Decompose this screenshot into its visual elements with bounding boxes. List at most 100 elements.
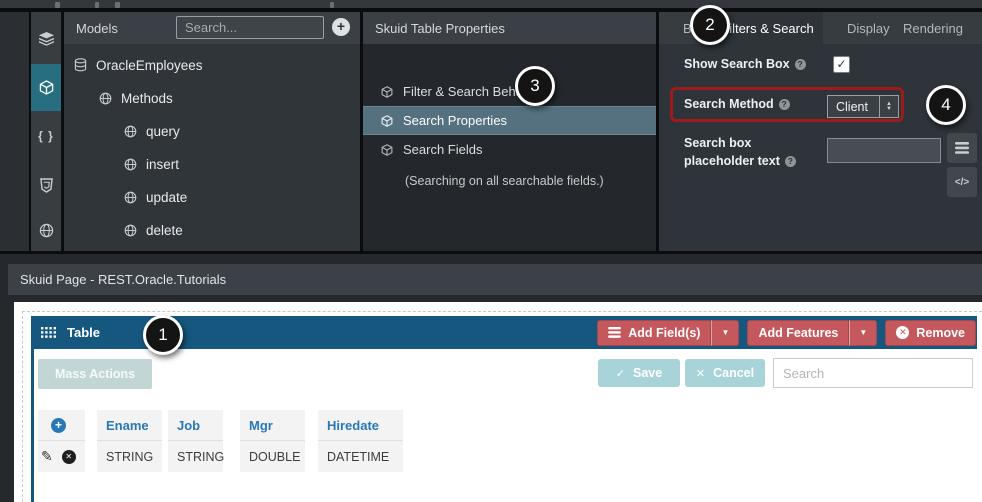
remove-x-icon: ✕: [896, 326, 909, 339]
annotation-badge-1: 1: [143, 315, 183, 355]
page-panel-header: Skuid Page - REST.Oracle.Tutorials: [8, 264, 982, 295]
nav-item-search-properties[interactable]: Search Properties: [363, 106, 656, 135]
tab-display[interactable]: Display: [847, 12, 890, 44]
search-method-select[interactable]: Client ▲▼: [827, 95, 899, 118]
column-header[interactable]: Job: [168, 410, 223, 441]
tab-label: Display: [847, 21, 890, 36]
properties-panel-title: Skuid Table Properties: [375, 21, 505, 36]
placeholder-label-line2: placeholder text ?: [684, 154, 796, 168]
page-preview-section: Skuid Page - REST.Oracle.Tutorials Table: [0, 254, 982, 502]
mass-actions-button[interactable]: Mass Actions: [38, 359, 152, 389]
column-header[interactable]: Mgr: [240, 410, 305, 441]
check-icon: ✓: [836, 57, 846, 71]
component-properties-panel: Skuid Table Properties Filter & Search B…: [363, 12, 656, 251]
nav-item-label: Search Fields: [403, 142, 482, 157]
table-grid-icon: [41, 327, 56, 338]
detail-panel: Basic Filters & Search Display Rendering…: [659, 12, 982, 251]
add-fields-button-group: Add Field(s) ▼: [597, 320, 739, 346]
add-model-button[interactable]: +: [332, 18, 350, 36]
globe-icon: [39, 223, 54, 238]
table-component-title: Table: [67, 325, 100, 340]
add-fields-button[interactable]: Add Field(s): [597, 320, 711, 346]
help-icon[interactable]: ?: [779, 99, 790, 110]
field-picker-button[interactable]: [947, 133, 977, 163]
nav-item-search-fields[interactable]: Search Fields: [363, 135, 656, 164]
add-features-button-group: Add Features ▼: [747, 320, 877, 346]
models-search-input[interactable]: [176, 16, 324, 39]
tree-item-label: query: [146, 124, 180, 139]
show-search-box-checkbox[interactable]: ✓: [833, 56, 850, 73]
help-icon[interactable]: ?: [795, 59, 806, 70]
models-panel-header: Models +: [64, 12, 360, 44]
tree-item-label: insert: [146, 157, 179, 172]
code-icon: </>: [955, 177, 969, 188]
models-panel-title: Models: [76, 21, 118, 36]
remove-button[interactable]: ✕ Remove: [885, 320, 976, 346]
table-column-mgr: Mgr DOUBLE: [240, 410, 305, 472]
column-type-text: STRING: [106, 450, 153, 464]
tree-item-methods[interactable]: Methods: [99, 87, 173, 109]
clipped-text-fragment: [115, 2, 120, 8]
cube-icon: [381, 115, 393, 127]
cube-icon: [39, 80, 54, 95]
select-stepper-icon: ▲▼: [879, 96, 898, 117]
tree-item-label: Methods: [121, 91, 173, 106]
column-type-text: DATETIME: [327, 450, 389, 464]
left-gutter: [0, 12, 29, 251]
tree-item-insert[interactable]: insert: [124, 153, 179, 175]
delete-row-icon[interactable]: ✕: [62, 450, 76, 464]
globe-icon: [124, 158, 137, 171]
column-type: STRING: [168, 441, 223, 472]
row-action-icons: ✎ ✕: [38, 441, 85, 472]
add-fields-dropdown-arrow[interactable]: ▼: [711, 320, 739, 346]
tree-item-label: update: [146, 190, 187, 205]
column-type: DATETIME: [318, 441, 403, 472]
toolbar-resources-tab[interactable]: { }: [31, 111, 61, 161]
code-editor-button[interactable]: </>: [947, 167, 977, 197]
add-features-dropdown-arrow[interactable]: ▼: [849, 320, 877, 346]
toolbar-components-tab[interactable]: [31, 12, 61, 65]
globe-icon: [124, 125, 137, 138]
button-label: Save: [633, 366, 662, 380]
skuid-page-builder: { } Models +: [0, 0, 982, 502]
placeholder-label-line1: Search box: [684, 136, 751, 150]
tree-item-update[interactable]: update: [124, 186, 187, 208]
clipped-text-fragment: [330, 2, 334, 8]
tree-item-query[interactable]: query: [124, 120, 180, 142]
properties-nav-list: Filter & Search Behavior Search Properti…: [363, 44, 656, 251]
add-features-button[interactable]: Add Features: [747, 320, 849, 346]
check-icon: ✓: [616, 367, 625, 380]
clipped-text-fragment: [55, 2, 60, 8]
save-button[interactable]: ✓ Save: [598, 359, 680, 387]
globe-icon: [124, 224, 137, 237]
toolbar-css-tab[interactable]: [31, 160, 61, 211]
edit-pencil-icon[interactable]: ✎: [41, 448, 53, 465]
row-actions-column: + ✎ ✕: [38, 410, 85, 472]
button-label: Remove: [916, 326, 965, 340]
stack-icon: [955, 142, 969, 154]
column-header[interactable]: Hiredate: [318, 410, 403, 441]
help-icon[interactable]: ?: [785, 156, 796, 167]
cancel-button[interactable]: ✕ Cancel: [685, 359, 765, 387]
add-row-button[interactable]: +: [51, 418, 66, 433]
tab-label: Filters & Search: [721, 21, 813, 36]
toolbar-models-tab[interactable]: [31, 64, 61, 112]
nav-item-label: Search Properties: [403, 113, 507, 128]
column-name: Ename: [106, 418, 149, 433]
tree-item-model[interactable]: OracleEmployees: [74, 54, 203, 76]
show-search-box-label: Show Search Box ?: [684, 57, 806, 71]
column-header[interactable]: Ename: [97, 410, 162, 441]
toolbar-api-tab[interactable]: [31, 210, 61, 251]
clipped-top-toolbar: [0, 0, 982, 8]
globe-icon: [99, 92, 112, 105]
tree-item-delete[interactable]: delete: [124, 219, 183, 241]
select-value: Client: [828, 100, 879, 114]
column-header: +: [38, 410, 85, 441]
table-search-input[interactable]: [773, 358, 973, 388]
tab-rendering[interactable]: Rendering: [903, 12, 963, 44]
column-type-text: STRING: [177, 450, 224, 464]
nav-item-filter-search-behavior[interactable]: Filter & Search Behavior: [363, 77, 656, 106]
column-name: Hiredate: [327, 418, 379, 433]
search-placeholder-input[interactable]: [827, 138, 941, 163]
x-icon: ✕: [696, 367, 705, 380]
